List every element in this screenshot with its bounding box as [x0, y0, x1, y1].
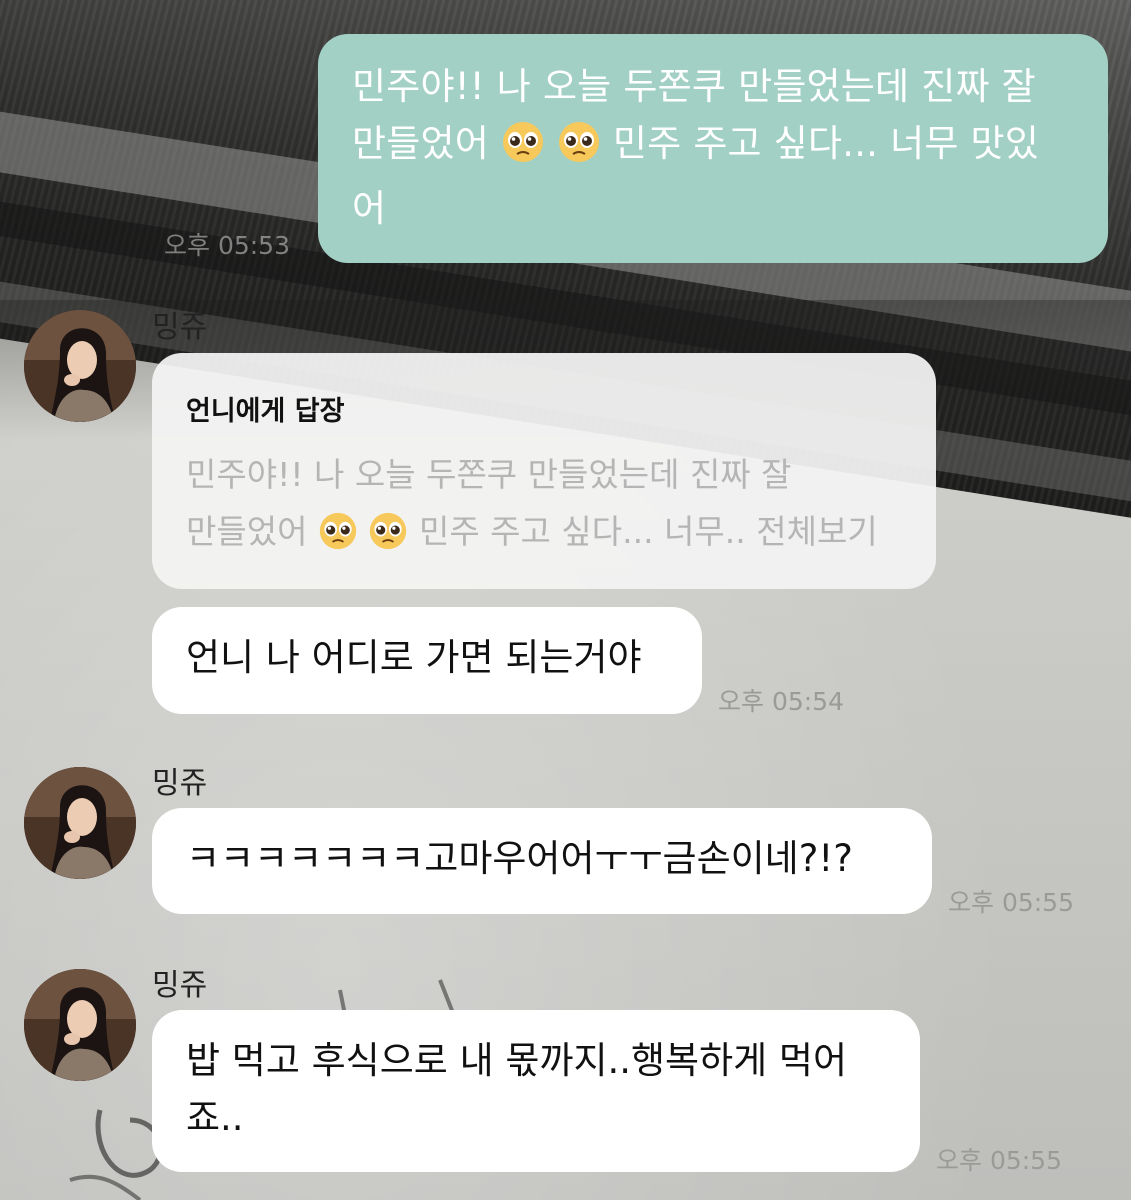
incoming-message-bubble[interactable]: 밥 먹고 후식으로 내 몫까지..행복하게 먹어 죠..: [152, 1010, 920, 1172]
pleading-face-emoji-icon: [318, 511, 358, 568]
sender-avatar[interactable]: [24, 310, 136, 422]
message-timestamp: 오후 05:53: [164, 231, 290, 260]
sender-avatar[interactable]: [24, 767, 136, 879]
sender-name: 밍쥬: [152, 766, 208, 801]
reply-quote-text: 만들었어: [186, 512, 308, 551]
reply-quote-line: 민주야!! 나 오늘 두쫀쿠 만들었는데 진짜 잘: [186, 455, 792, 494]
message-text: 만들었어: [352, 122, 489, 165]
chat-window: 민주야!! 나 오늘 두쫀쿠 만들었는데 진짜 잘 만들었어 민주 주고 싶다.…: [0, 0, 1131, 1200]
pleading-face-emoji-icon: [368, 511, 408, 568]
message-line: 밥 먹고 후식으로 내 몫까지..행복하게 먹어: [186, 1039, 848, 1082]
incoming-message-bubble[interactable]: ㅋㅋㅋㅋㅋㅋㅋ고마우어어ㅜㅜ금손이네?!?: [152, 808, 932, 914]
message-timestamp: 오후 05:55: [948, 888, 1074, 917]
message-line: 만들었어 민주 주고 싶다... 너무 맛있: [352, 115, 1072, 180]
message-line: 죠..: [186, 1096, 244, 1139]
reply-header: 언니에게 답장: [186, 396, 345, 427]
sender-avatar[interactable]: [24, 969, 136, 1081]
sender-name: 밍쥬: [152, 310, 208, 345]
reply-quote[interactable]: 민주야!! 나 오늘 두쫀쿠 만들었는데 진짜 잘 만들었어 민주 주고 싶다.…: [186, 446, 902, 568]
message-timestamp: 오후 05:54: [718, 687, 844, 716]
profile-photo-icon: [24, 310, 136, 422]
message-line: 어: [352, 187, 387, 230]
outgoing-message-bubble[interactable]: 민주야!! 나 오늘 두쫀쿠 만들었는데 진짜 잘 만들었어 민주 주고 싶다.…: [318, 34, 1108, 263]
reply-quote-text: 민주 주고 싶다... 너무.. 전체보기: [418, 512, 878, 551]
reply-quote-line: 만들었어 민주 주고 싶다... 너무.. 전체보기: [186, 503, 902, 568]
pleading-face-emoji-icon: [501, 120, 545, 180]
message-line: 민주야!! 나 오늘 두쫀쿠 만들었는데 진짜 잘: [352, 65, 1036, 108]
profile-photo-icon: [24, 969, 136, 1081]
message-text: 민주 주고 싶다... 너무 맛있: [612, 122, 1040, 165]
message-timestamp: 오후 05:55: [936, 1146, 1062, 1175]
incoming-message-bubble[interactable]: 언니 나 어디로 가면 되는거야: [152, 607, 702, 714]
message-text: ㅋㅋㅋㅋㅋㅋㅋ고마우어어ㅜㅜ금손이네?!?: [186, 837, 853, 880]
reply-bubble[interactable]: 언니에게 답장 민주야!! 나 오늘 두쫀쿠 만들었는데 진짜 잘 만들었어 민…: [152, 353, 936, 589]
pleading-face-emoji-icon: [557, 120, 601, 180]
sender-name: 밍쥬: [152, 968, 208, 1003]
profile-photo-icon: [24, 767, 136, 879]
message-text: 언니 나 어디로 가면 되는거야: [186, 636, 642, 679]
